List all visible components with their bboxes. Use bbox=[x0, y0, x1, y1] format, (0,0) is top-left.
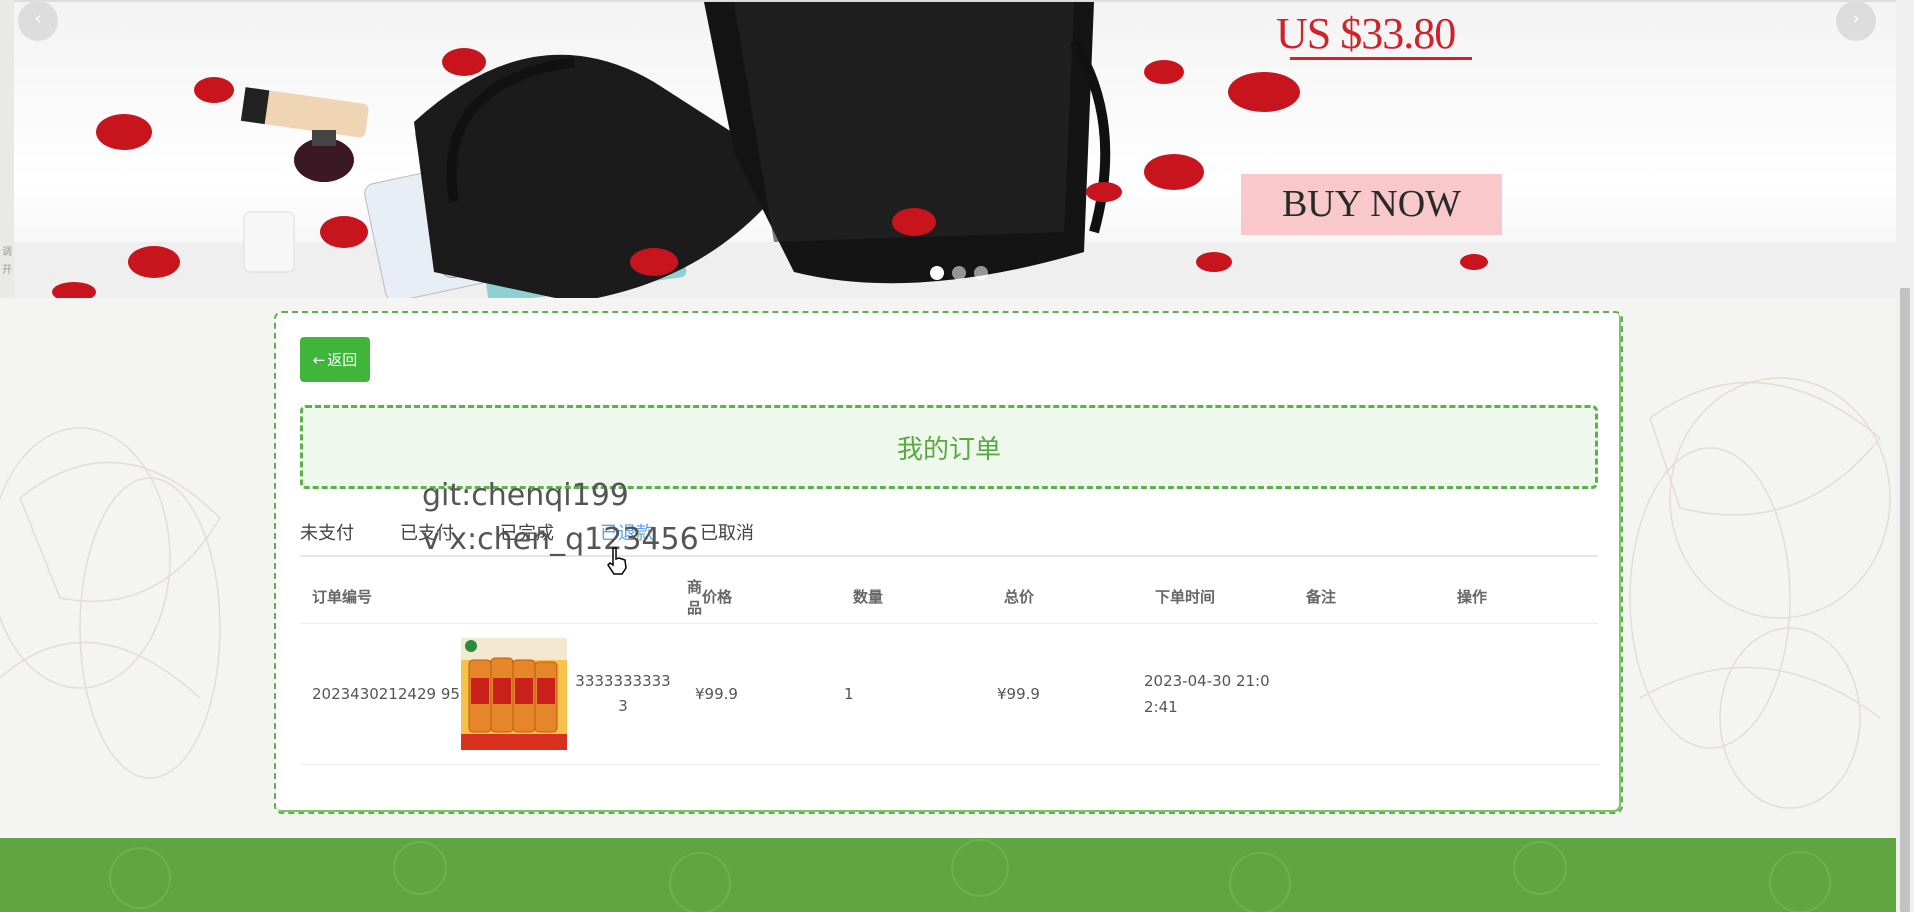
column-header: 总价 bbox=[1004, 588, 1035, 606]
tab-unpaid[interactable]: 未支付 bbox=[300, 511, 354, 555]
order-table: 订单编号 商品 价格 数量 总价 下单时间 备注 操作 202343021242… bbox=[300, 570, 1598, 765]
carousel-dot[interactable] bbox=[952, 266, 966, 280]
watermark-line: v x:chen_q123456 bbox=[422, 522, 699, 557]
product-cell: 3333333333 3 bbox=[461, 638, 691, 750]
left-strip-text: 调 开 bbox=[2, 244, 12, 280]
column-header: 价格 bbox=[702, 588, 733, 606]
total-cell: ¥99.9 bbox=[997, 685, 1040, 703]
table-row[interactable]: 2023430212429 95 3333333333 3 ¥99.9 1 ¥9… bbox=[300, 624, 1598, 765]
price-cell: ¥99.9 bbox=[695, 685, 738, 703]
column-header: 订单编号 bbox=[312, 587, 373, 606]
page-title: 我的订单 bbox=[896, 434, 1001, 465]
carousel-dot[interactable] bbox=[930, 266, 944, 280]
carousel-dot[interactable] bbox=[974, 266, 988, 280]
order-number: 2023430212429 95 bbox=[312, 685, 460, 703]
order-card: ← 返回 我的订单 未支付 已支付 已完成 已退款 已取消 订单编号 商品 价格… bbox=[274, 311, 1623, 814]
price-underline bbox=[1290, 57, 1472, 60]
carousel-next-button[interactable]: › bbox=[1836, 2, 1876, 41]
banner-price: US $33.80 bbox=[1276, 9, 1456, 58]
column-header: 商品 bbox=[687, 577, 703, 617]
column-header: 下单时间 bbox=[1155, 587, 1216, 606]
scrollbar-thumb[interactable] bbox=[1900, 288, 1910, 912]
column-header: 备注 bbox=[1306, 588, 1337, 606]
product-image[interactable] bbox=[461, 638, 567, 750]
back-button-label: 返回 bbox=[327, 351, 358, 369]
left-strip-char: 调 bbox=[2, 247, 12, 258]
page-footer bbox=[0, 838, 1896, 912]
column-header: 数量 bbox=[853, 588, 884, 606]
hand-cursor-icon bbox=[607, 547, 627, 575]
watermark-line: git:chenqi199 bbox=[422, 478, 629, 513]
buy-now-button[interactable]: BUY NOW bbox=[1241, 174, 1502, 235]
back-button[interactable]: ← 返回 bbox=[300, 337, 370, 382]
table-header: 订单编号 商品 价格 数量 总价 下单时间 备注 操作 bbox=[300, 570, 1598, 624]
banner-carousel[interactable]: US $33.80 BUY NOW ‹ › bbox=[14, 0, 1896, 298]
page-title-box: 我的订单 bbox=[300, 405, 1598, 489]
product-name[interactable]: 3333333333 3 bbox=[575, 669, 671, 719]
tab-cancelled[interactable]: 已取消 bbox=[700, 511, 754, 555]
left-strip-char: 开 bbox=[2, 265, 12, 276]
order-time-cell: 2023-04-30 21:0 2:41 bbox=[1144, 672, 1270, 716]
arrow-left-icon: ← bbox=[312, 350, 326, 369]
carousel-indicators bbox=[930, 266, 988, 280]
footer-pattern bbox=[109, 839, 1831, 912]
left-page-strip: 调 开 bbox=[0, 0, 14, 298]
column-header: 操作 bbox=[1457, 588, 1488, 606]
quantity-cell: 1 bbox=[844, 685, 854, 703]
banner-image-handbag bbox=[14, 2, 1896, 298]
carousel-prev-button[interactable]: ‹ bbox=[18, 2, 58, 41]
